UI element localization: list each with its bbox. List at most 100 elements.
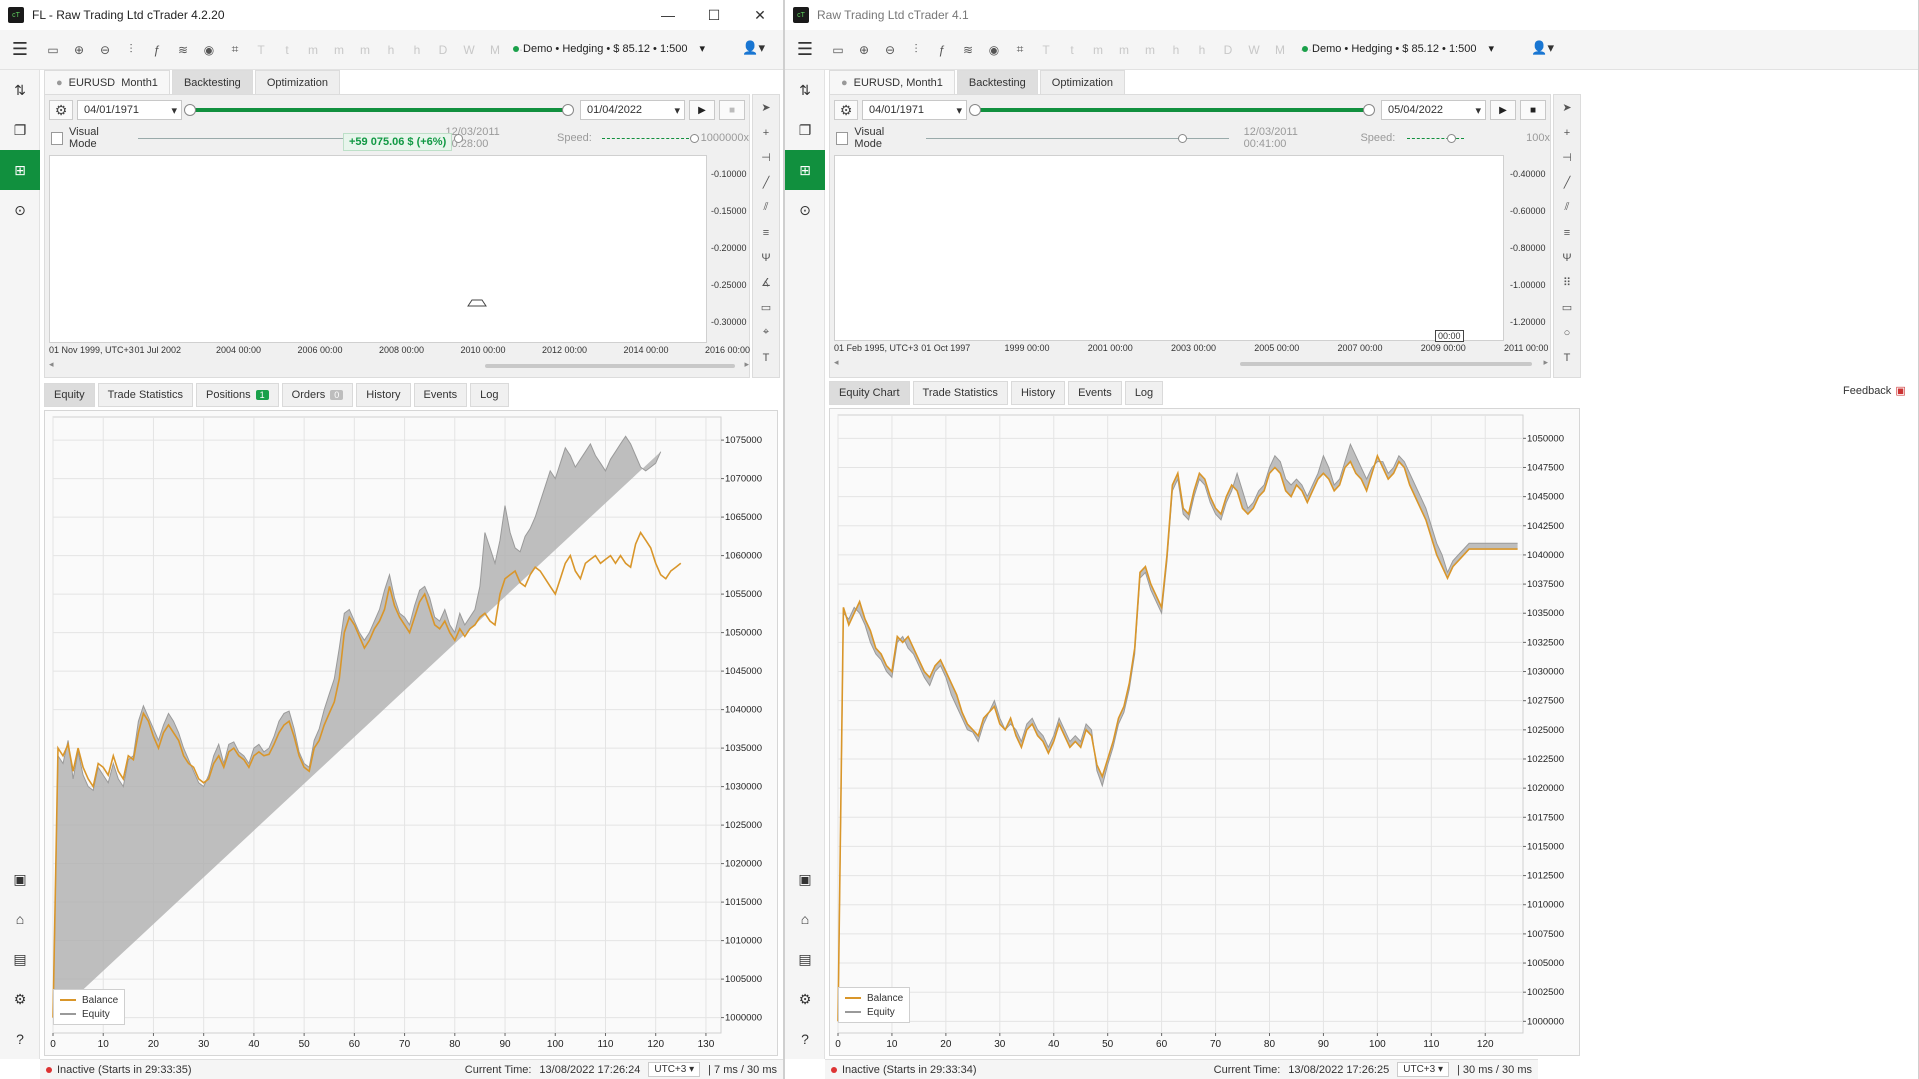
text-icon[interactable]: T: [753, 345, 779, 370]
visual-mode-checkbox[interactable]: [51, 131, 64, 145]
feedback-button[interactable]: Feedback ▣: [1843, 384, 1917, 398]
timeframe-h1-icon[interactable]: h: [378, 37, 404, 63]
play-button[interactable]: ▶: [689, 100, 715, 120]
trendline-icon[interactable]: ╱: [753, 170, 779, 195]
timeframe-t1-icon[interactable]: t: [1059, 37, 1085, 63]
wallet-icon[interactable]: ▤: [0, 939, 40, 979]
eye-icon[interactable]: ◉: [981, 37, 1007, 63]
layout-icon[interactable]: ▭: [825, 37, 851, 63]
user-icon[interactable]: 👤▾: [1531, 40, 1554, 56]
timeframe-m1-icon[interactable]: m: [300, 37, 326, 63]
crosshair-icon[interactable]: +: [753, 120, 779, 145]
layout-icon[interactable]: ▭: [40, 37, 66, 63]
tab-backtesting[interactable]: Backtesting: [171, 70, 253, 94]
timeframe-m15-icon[interactable]: m: [352, 37, 378, 63]
timeframe-m1-icon[interactable]: m: [1085, 37, 1111, 63]
crosshair-icon[interactable]: +: [1554, 120, 1580, 145]
play-button[interactable]: ▶: [1490, 100, 1516, 120]
chart-type-icon[interactable]: ⫶: [903, 37, 929, 63]
channel-icon[interactable]: ⫽: [1554, 195, 1580, 220]
tab-equity-chart[interactable]: Equity Chart: [829, 381, 910, 405]
rectangle-icon[interactable]: ▭: [753, 295, 779, 320]
timeframe-h4-icon[interactable]: h: [1189, 37, 1215, 63]
start-date-field[interactable]: 04/01/1971 ▾: [77, 100, 182, 120]
store-icon[interactable]: ⌂: [785, 899, 825, 939]
trade-icon[interactable]: ⇅: [785, 70, 825, 110]
horizontal-scrollbar[interactable]: ◂ ▸: [49, 359, 749, 371]
backtest-range-slider[interactable]: [969, 104, 1375, 116]
stop-button[interactable]: ■: [1520, 100, 1546, 120]
zoom-out-icon[interactable]: ⊖: [92, 37, 118, 63]
tab-events[interactable]: Events: [413, 383, 468, 407]
tab-log[interactable]: Log: [1124, 381, 1164, 405]
menu-icon[interactable]: ☰: [785, 30, 825, 70]
minimize-button[interactable]: —: [645, 0, 691, 30]
cursor-icon[interactable]: ➤: [753, 95, 779, 120]
tab-symbol[interactable]: ● EURUSD, Month1: [829, 70, 955, 94]
end-date-field[interactable]: 05/04/2022 ▾: [1381, 100, 1486, 120]
chart-type-icon[interactable]: ⫶: [118, 37, 144, 63]
account-selector[interactable]: Demo • Hedging • $ 85.12 • 1:500 ▾: [513, 42, 705, 55]
timeframe-t1-icon[interactable]: t: [274, 37, 300, 63]
copy-icon[interactable]: ❐: [0, 110, 40, 150]
tab-optimization[interactable]: Optimization: [1039, 70, 1125, 94]
trendline-icon[interactable]: ╱: [1554, 170, 1580, 195]
tab-history[interactable]: History: [356, 383, 411, 407]
tab-positions[interactable]: Positions 1: [195, 383, 279, 407]
utc-selector[interactable]: UTC+3 ▾: [648, 1062, 701, 1077]
timeframe-h1-icon[interactable]: h: [1163, 37, 1189, 63]
timeframe-m5-icon[interactable]: m: [326, 37, 352, 63]
briefcase-icon[interactable]: ▣: [785, 859, 825, 899]
timeframe-d1-icon[interactable]: D: [430, 37, 456, 63]
indicators-icon[interactable]: ƒ: [929, 37, 955, 63]
zoom-in-icon[interactable]: ⊕: [66, 37, 92, 63]
indicators-icon[interactable]: ƒ: [144, 37, 170, 63]
end-date-field[interactable]: 01/04/2022 ▾: [580, 100, 685, 120]
pitchfork-icon[interactable]: Ψ: [753, 245, 779, 270]
gear-icon[interactable]: ⚙: [49, 100, 73, 120]
price-chart[interactable]: [49, 155, 707, 343]
price-chart[interactable]: 00:00: [834, 155, 1504, 342]
template-icon[interactable]: ⌗: [222, 37, 248, 63]
fan-icon[interactable]: ∡: [753, 270, 779, 295]
fibonacci-icon[interactable]: ≡: [753, 220, 779, 245]
fibonacci-icon[interactable]: ≡: [1554, 220, 1580, 245]
timeframe-h4-icon[interactable]: h: [404, 37, 430, 63]
tab-trade-statistics[interactable]: Trade Statistics: [912, 381, 1008, 405]
circle-icon[interactable]: ○: [1554, 320, 1580, 345]
analyze-icon[interactable]: ⊙: [0, 190, 40, 230]
tab-equity[interactable]: Equity: [44, 383, 95, 407]
automate-icon[interactable]: ⊞: [0, 150, 40, 190]
start-date-field[interactable]: 04/01/1971 ▾: [862, 100, 967, 120]
layers-icon[interactable]: ≋: [955, 37, 981, 63]
backtest-range-slider[interactable]: [184, 104, 574, 116]
menu-icon[interactable]: ☰: [0, 30, 40, 70]
utc-selector[interactable]: UTC+3 ▾: [1397, 1062, 1449, 1077]
horizontal-line-icon[interactable]: ⊣: [753, 145, 779, 170]
tab-orders[interactable]: Orders 0: [281, 383, 354, 407]
speed-slider[interactable]: [601, 133, 699, 143]
maximize-button[interactable]: ☐: [691, 0, 737, 30]
horizontal-line-icon[interactable]: ⊣: [1554, 145, 1580, 170]
timeframe-m15-icon[interactable]: m: [1137, 37, 1163, 63]
progress-slider[interactable]: [925, 133, 1229, 143]
channel-icon[interactable]: ⫽: [753, 195, 779, 220]
text-icon[interactable]: T: [1554, 345, 1580, 370]
stop-button[interactable]: ■: [719, 100, 745, 120]
wallet-icon[interactable]: ▤: [785, 939, 825, 979]
tab-backtesting[interactable]: Backtesting: [956, 70, 1038, 94]
pitchfork-icon[interactable]: Ψ: [1554, 245, 1580, 270]
help-icon[interactable]: ?: [0, 1019, 40, 1059]
copy-icon[interactable]: ❐: [785, 110, 825, 150]
timeframe-d1-icon[interactable]: D: [1215, 37, 1241, 63]
tab-symbol[interactable]: ● EURUSD Month1: [44, 70, 170, 94]
timeframe-mn-icon[interactable]: M: [1267, 37, 1293, 63]
pin-icon[interactable]: ⌖: [753, 320, 779, 345]
speed-slider[interactable]: [1407, 133, 1465, 143]
tab-trade-statistics[interactable]: Trade Statistics: [97, 383, 193, 407]
timeframe-t-icon[interactable]: T: [248, 37, 274, 63]
help-icon[interactable]: ?: [785, 1019, 825, 1059]
timeframe-m5-icon[interactable]: m: [1111, 37, 1137, 63]
timeframe-w1-icon[interactable]: W: [456, 37, 482, 63]
user-icon[interactable]: 👤▾: [742, 40, 765, 56]
